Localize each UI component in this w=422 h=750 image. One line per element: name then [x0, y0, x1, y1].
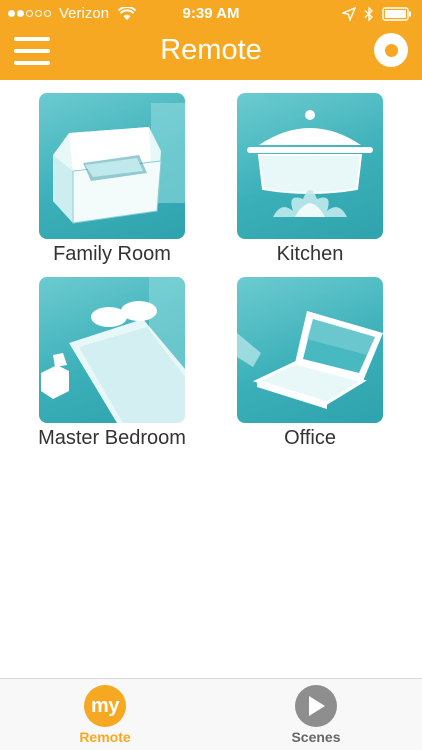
bluetooth-icon [364, 6, 373, 22]
cooking-pot-icon [237, 93, 383, 239]
page-title: Remote [160, 34, 262, 66]
tab-label: Remote [79, 729, 131, 745]
status-bar: Verizon 9:39 AM [0, 0, 422, 28]
room-label: Office [284, 427, 336, 449]
tab-label: Scenes [291, 729, 341, 745]
location-arrow-icon [342, 7, 356, 21]
room-label: Family Room [53, 243, 171, 265]
my-remote-icon: my [84, 685, 126, 727]
armchair-icon [39, 93, 185, 239]
tab-bar: my Remote Scenes [0, 678, 422, 750]
battery-icon [382, 7, 411, 21]
bed-icon [39, 277, 185, 423]
room-tile-office[interactable]: Office [215, 277, 405, 450]
power-button[interactable] [374, 33, 408, 67]
room-tile-family-room[interactable]: Family Room [17, 93, 207, 266]
tab-remote[interactable]: my Remote [55, 685, 155, 745]
room-label: Master Bedroom [38, 427, 186, 449]
my-icon-text: my [91, 694, 119, 717]
tab-scenes[interactable]: Scenes [266, 685, 366, 745]
laptop-icon [237, 277, 383, 423]
room-label: Kitchen [276, 243, 344, 265]
nav-bar: Remote [0, 28, 422, 80]
app-root: Verizon 9:39 AM Remote Family Room Kitch… [0, 0, 422, 750]
header: Verizon 9:39 AM Remote [0, 0, 422, 80]
room-tile-master-bedroom[interactable]: Master Bedroom [17, 277, 207, 450]
status-right [342, 6, 412, 22]
room-tile-kitchen[interactable]: Kitchen [215, 93, 405, 266]
power-icon [384, 43, 398, 57]
play-icon [295, 685, 337, 727]
